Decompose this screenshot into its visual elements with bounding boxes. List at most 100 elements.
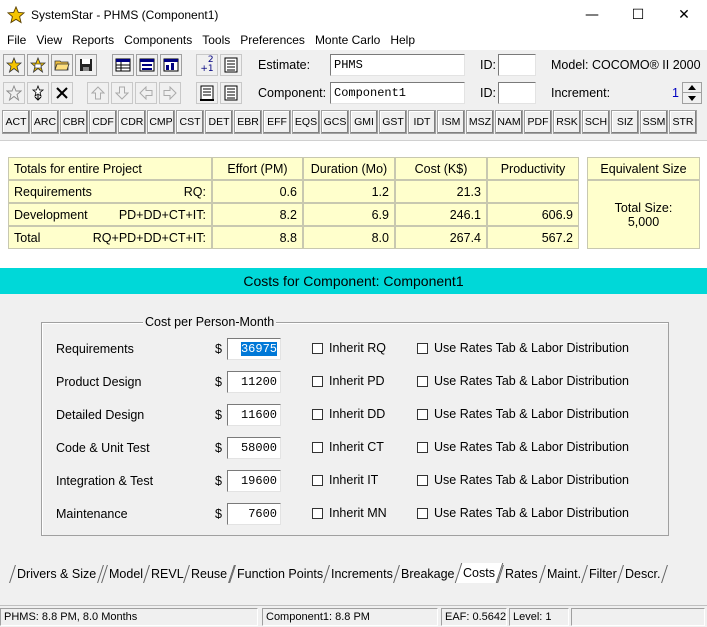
- open-button[interactable]: [51, 54, 73, 76]
- code-button-act[interactable]: ACT: [2, 110, 30, 134]
- code-button-msz[interactable]: MSZ: [466, 110, 494, 134]
- code-button-nam[interactable]: NAM: [495, 110, 523, 134]
- menu-tools[interactable]: Tools: [197, 33, 235, 47]
- move-down-button[interactable]: [111, 82, 133, 104]
- code-button-gcs[interactable]: GCS: [321, 110, 349, 134]
- code-button-eff[interactable]: EFF: [263, 110, 291, 134]
- move-left-button[interactable]: [135, 82, 157, 104]
- code-button-gst[interactable]: GST: [379, 110, 407, 134]
- use-rates-dd-checkbox[interactable]: [417, 409, 428, 420]
- menu-view[interactable]: View: [31, 33, 67, 47]
- menu-help[interactable]: Help: [385, 33, 420, 47]
- tab-breakage[interactable]: Breakage: [393, 565, 463, 583]
- detail-list-icon: [224, 85, 238, 101]
- code-button-arc[interactable]: ARC: [31, 110, 59, 134]
- code-button-ism[interactable]: ISM: [437, 110, 465, 134]
- tab-function-points[interactable]: Function Points: [229, 565, 332, 583]
- code-button-sch[interactable]: SCH: [582, 110, 610, 134]
- estimate-input[interactable]: PHMS: [330, 54, 465, 76]
- report-button[interactable]: [220, 54, 242, 76]
- tab-reuse[interactable]: Reuse: [183, 565, 236, 583]
- inherit-it-label: Inherit IT: [329, 473, 379, 487]
- menu-reports[interactable]: Reports: [67, 33, 119, 47]
- renumber-button[interactable]: 2 +1: [196, 54, 218, 76]
- detail-view-button[interactable]: [220, 82, 242, 104]
- cost-input-integration-test[interactable]: 19600: [227, 470, 281, 492]
- delete-button[interactable]: [51, 82, 73, 104]
- spinner-down-icon[interactable]: [683, 93, 701, 103]
- menu-file[interactable]: File: [2, 33, 31, 47]
- menu-preferences[interactable]: Preferences: [235, 33, 310, 47]
- code-button-eqs[interactable]: EQS: [292, 110, 320, 134]
- menu-components[interactable]: Components: [119, 33, 197, 47]
- increment-label: Increment:: [551, 86, 611, 100]
- code-button-gmi[interactable]: GMI: [350, 110, 378, 134]
- use-rates-mn-checkbox[interactable]: [417, 508, 428, 519]
- code-button-rsk[interactable]: RSK: [553, 110, 581, 134]
- star-sort-button[interactable]: [27, 82, 49, 104]
- code-button-str[interactable]: STR: [669, 110, 697, 134]
- title-bar: SystemStar - PHMS (Component1) — ☐ ✕: [0, 0, 707, 30]
- code-button-cdr[interactable]: CDR: [118, 110, 146, 134]
- tab-descr[interactable]: Descr.: [617, 565, 669, 583]
- maximize-button[interactable]: ☐: [615, 0, 661, 30]
- code-button-cbr[interactable]: CBR: [60, 110, 88, 134]
- move-up-button[interactable]: [87, 82, 109, 104]
- cost-input-requirements[interactable]: 36975: [227, 338, 281, 360]
- inherit-dd-checkbox[interactable]: [312, 409, 323, 420]
- code-button-cmp[interactable]: CMP: [147, 110, 175, 134]
- summary-header-totals: Totals for entire Project: [8, 157, 212, 180]
- tab-drivers-size[interactable]: Drivers & Size: [9, 565, 105, 583]
- component-input[interactable]: Component1: [330, 82, 465, 104]
- tab-label: Costs: [463, 566, 495, 580]
- code-button-pdf[interactable]: PDF: [524, 110, 552, 134]
- cost-input-maintenance[interactable]: 7600: [227, 503, 281, 525]
- minimize-button[interactable]: —: [569, 0, 615, 30]
- table-view-button[interactable]: [112, 54, 134, 76]
- code-button-ssm[interactable]: SSM: [640, 110, 668, 134]
- component-id-input[interactable]: [498, 82, 536, 104]
- use-rates-ct-checkbox[interactable]: [417, 442, 428, 453]
- tab-label: Reuse: [191, 567, 228, 581]
- code-button-cst[interactable]: CST: [176, 110, 204, 134]
- inherit-pd-checkbox[interactable]: [312, 376, 323, 387]
- code-button-siz[interactable]: SIZ: [611, 110, 639, 134]
- form-view-button[interactable]: [136, 54, 158, 76]
- chart-view-button[interactable]: [160, 54, 182, 76]
- new-estimate-button[interactable]: [3, 54, 25, 76]
- use-rates-label: Use Rates Tab & Labor Distribution: [434, 374, 630, 388]
- bottom-tab-strip: Drivers & Size Model REVL Reuse Function…: [0, 563, 707, 585]
- move-right-button[interactable]: [159, 82, 181, 104]
- cost-input-code-unit-test[interactable]: 58000: [227, 437, 281, 459]
- estimate-id-label: ID:: [480, 58, 496, 72]
- tab-increments[interactable]: Increments: [323, 565, 401, 583]
- code-button-det[interactable]: DET: [205, 110, 233, 134]
- inherit-it-checkbox[interactable]: [312, 475, 323, 486]
- cost-input-detailed-design[interactable]: 11600: [227, 404, 281, 426]
- star-outline-button[interactable]: [3, 82, 25, 104]
- cost-group-title: Cost per Person-Month: [143, 315, 277, 329]
- use-rates-it-checkbox[interactable]: [417, 475, 428, 486]
- increment-spinner[interactable]: [682, 82, 702, 104]
- code-button-ebr[interactable]: EBR: [234, 110, 262, 134]
- inherit-mn-checkbox[interactable]: [312, 508, 323, 519]
- code-button-cdf[interactable]: CDF: [89, 110, 117, 134]
- use-rates-rq-checkbox[interactable]: [417, 343, 428, 354]
- tab-rates[interactable]: Rates: [497, 565, 546, 583]
- save-button[interactable]: [75, 54, 97, 76]
- spinner-up-icon[interactable]: [683, 83, 701, 93]
- inherit-ct-checkbox[interactable]: [312, 442, 323, 453]
- inherit-rq-checkbox[interactable]: [312, 343, 323, 354]
- productivity-value: [487, 180, 579, 203]
- estimate-id-input[interactable]: [498, 54, 536, 76]
- inherit-dd-label: Inherit DD: [329, 407, 386, 421]
- use-rates-pd-checkbox[interactable]: [417, 376, 428, 387]
- new-component-button[interactable]: [27, 54, 49, 76]
- cost-input-product-design[interactable]: 11200: [227, 371, 281, 393]
- menu-monte-carlo[interactable]: Monte Carlo: [310, 33, 385, 47]
- tab-costs[interactable]: Costs: [454, 563, 504, 583]
- code-button-idt[interactable]: IDT: [408, 110, 436, 134]
- list-view-button[interactable]: [196, 82, 218, 104]
- cost-row-product-design: Product Design $ 11200 Inherit PD Use Ra…: [0, 371, 707, 395]
- close-button[interactable]: ✕: [661, 0, 707, 30]
